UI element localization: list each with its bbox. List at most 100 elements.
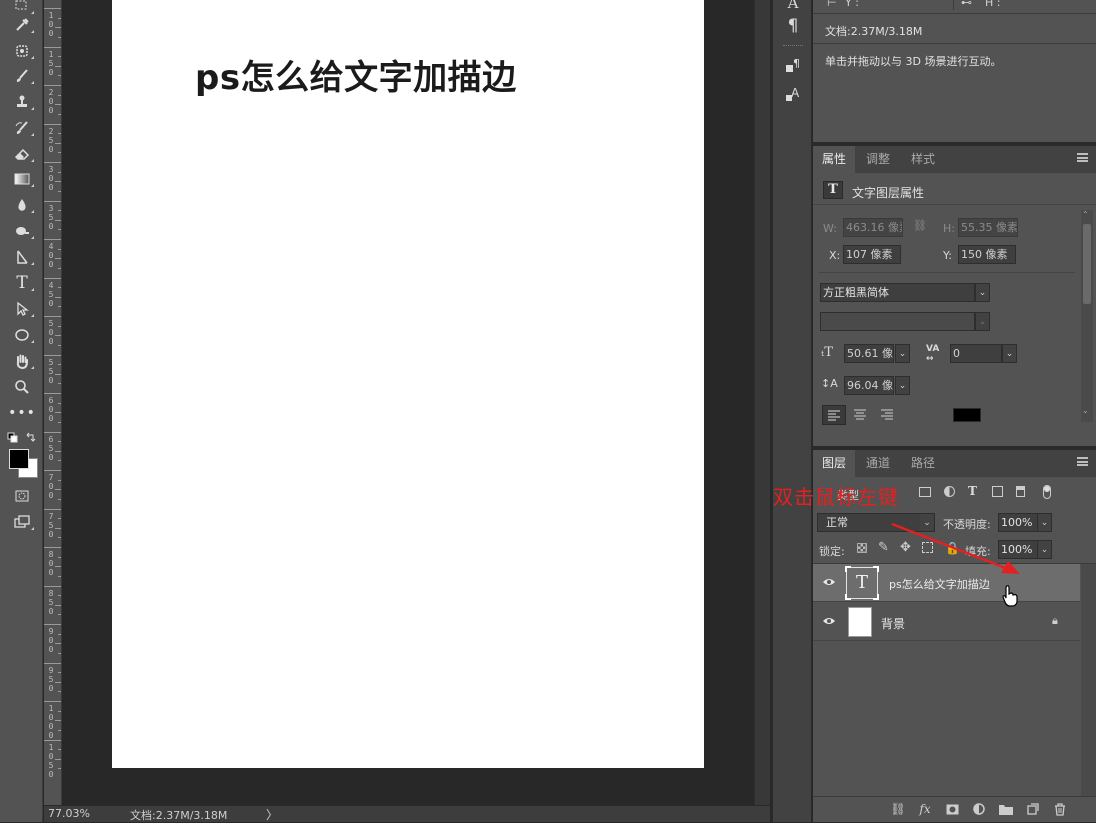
filter-adjustment-icon[interactable]	[944, 486, 955, 497]
status-menu-arrow[interactable]: 〉	[266, 806, 278, 823]
fill-dropdown-icon[interactable]: ⌄	[1037, 540, 1052, 559]
layers-panel-menu-icon[interactable]	[1077, 457, 1088, 466]
new-group-icon[interactable]	[998, 802, 1014, 816]
ruler-minor-tick	[58, 383, 61, 385]
paragraph-styles-icon[interactable]: ¶	[782, 55, 804, 77]
filter-type-icon[interactable]: T	[968, 484, 977, 498]
link-dimensions-icon[interactable]: ⛓	[913, 219, 927, 232]
visibility-eye-icon[interactable]	[822, 577, 836, 587]
eraser-tool-icon[interactable]	[8, 142, 36, 166]
layers-tabbar: 图层 通道 路径	[813, 450, 1096, 477]
layer-style-fx-icon[interactable]: fx	[917, 802, 933, 816]
x-field[interactable]: 107 像素	[843, 245, 901, 264]
gradient-tool-icon[interactable]	[8, 167, 36, 191]
filter-pixel-icon[interactable]	[919, 487, 931, 497]
default-colors-icon[interactable]	[7, 432, 37, 446]
tab-layers[interactable]: 图层	[813, 450, 856, 477]
text-layer-thumbnail[interactable]: T	[845, 566, 879, 600]
lock-transparent-icon[interactable]	[857, 543, 867, 553]
zoom-tool-icon[interactable]	[8, 375, 36, 399]
align-right-icon[interactable]	[876, 405, 900, 425]
tracking-dropdown-icon[interactable]: ⌄	[1002, 344, 1017, 363]
canvas-text-layer[interactable]: ps怎么给文字加描边	[195, 50, 517, 99]
new-layer-icon[interactable]	[1025, 802, 1041, 816]
ruler-minor-tick	[55, 604, 61, 606]
properties-scrollbar[interactable]: ⌃ ⌄	[1081, 210, 1093, 422]
eyedropper-tool-icon[interactable]	[8, 13, 36, 37]
properties-panel-menu-icon[interactable]	[1077, 153, 1088, 162]
font-size-dropdown-icon[interactable]: ⌄	[895, 344, 910, 363]
background-layer-thumbnail[interactable]	[848, 607, 872, 637]
type-tool-icon[interactable]: T	[8, 271, 36, 295]
font-size-field[interactable]: 50.61 像	[844, 344, 894, 363]
character-panel-icon[interactable]: A	[782, 0, 804, 14]
hand-cursor-icon	[1002, 585, 1018, 607]
text-color-swatch[interactable]	[953, 408, 981, 422]
ruler-tick	[44, 585, 61, 587]
path-selection-tool-icon[interactable]	[8, 297, 36, 321]
ruler-minor-tick	[55, 181, 61, 183]
leading-dropdown-icon[interactable]: ⌄	[895, 376, 910, 395]
character-styles-icon[interactable]: A	[782, 84, 804, 106]
paragraph-panel-icon[interactable]: ¶	[782, 15, 804, 37]
layers-footer: ⛓ fx	[813, 796, 1096, 821]
more-tools-icon[interactable]: •••	[8, 401, 36, 425]
ruler-minor-tick	[58, 652, 61, 654]
y-field[interactable]: 150 像素	[958, 245, 1016, 264]
text-layer-t-icon: T	[855, 572, 868, 593]
screen-mode-icon[interactable]	[8, 510, 36, 534]
ruler-tick	[44, 739, 61, 741]
brush-tool-icon[interactable]	[8, 64, 36, 88]
layer-row-background[interactable]: 背景 🔒︎	[813, 603, 1080, 641]
clone-stamp-tool-icon[interactable]	[8, 90, 36, 114]
blur-tool-icon[interactable]	[8, 193, 36, 217]
link-layers-icon[interactable]: ⛓	[890, 802, 906, 816]
layer-name-background[interactable]: 背景	[881, 615, 905, 632]
font-family-dropdown-icon[interactable]: ⌄	[975, 283, 990, 302]
document-canvas[interactable]: ps怎么给文字加描边	[112, 0, 704, 768]
info-y-label: Y :	[845, 0, 859, 9]
ruler-tick	[44, 470, 61, 471]
tab-properties[interactable]: 属性	[813, 146, 856, 173]
tab-channels[interactable]: 通道	[857, 450, 899, 477]
properties-header-label: 文字图层属性	[852, 186, 925, 200]
delete-layer-icon[interactable]	[1052, 802, 1068, 816]
visibility-eye-icon[interactable]	[822, 616, 836, 626]
ruler-minor-tick	[58, 56, 61, 58]
panel-dock: A ¶ ¶ A	[772, 0, 812, 822]
leading-field[interactable]: 96.04 像	[844, 376, 894, 395]
ruler-minor-tick	[58, 691, 61, 693]
properties-scroll-thumb[interactable]	[1083, 224, 1091, 304]
dodge-tool-icon[interactable]	[8, 219, 36, 243]
add-mask-icon[interactable]	[944, 802, 960, 816]
opacity-dropdown-icon[interactable]: ⌄	[1037, 513, 1052, 532]
align-center-icon[interactable]	[849, 405, 873, 425]
layers-scrollbar[interactable]	[1081, 564, 1096, 796]
quick-mask-icon[interactable]	[8, 484, 36, 508]
layer-lock-icon: 🔒︎	[1052, 614, 1058, 627]
tab-styles[interactable]: 样式	[902, 146, 944, 173]
ellipse-tool-icon[interactable]	[8, 323, 36, 347]
zoom-level[interactable]: 77.03%	[48, 807, 90, 820]
ruler-tick	[44, 354, 61, 356]
new-adjustment-layer-icon[interactable]	[971, 802, 987, 816]
pen-tool-icon[interactable]	[8, 245, 36, 269]
filter-smart-object-icon[interactable]	[1016, 486, 1025, 497]
ruler-tick	[44, 547, 61, 548]
tab-paths[interactable]: 路径	[902, 450, 944, 477]
ruler-minor-tick	[55, 373, 61, 375]
font-family-select[interactable]: 方正粗黑简体	[820, 283, 975, 302]
canvas-vertical-scrollbar[interactable]	[754, 0, 770, 806]
ruler-label: 1 5 0	[48, 49, 54, 77]
history-brush-tool-icon[interactable]	[8, 116, 36, 140]
filter-shape-icon[interactable]	[992, 486, 1003, 497]
hand-tool-icon[interactable]	[8, 349, 36, 373]
y-label: Y:	[943, 249, 952, 262]
foreground-color-swatch[interactable]	[9, 449, 29, 469]
leading-icon: ↕A	[821, 377, 838, 390]
tab-adjustments[interactable]: 调整	[857, 146, 899, 173]
align-left-icon[interactable]	[822, 405, 846, 425]
tracking-field[interactable]: 0	[950, 344, 1002, 363]
filter-toggle-icon[interactable]	[1043, 485, 1051, 499]
healing-brush-tool-icon[interactable]	[8, 39, 36, 63]
